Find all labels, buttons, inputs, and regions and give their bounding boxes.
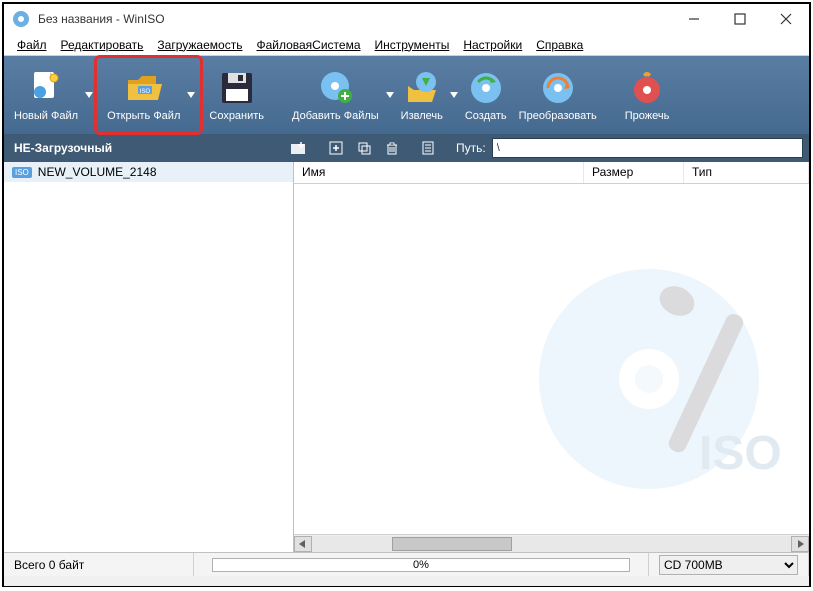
save-label: Сохранить bbox=[209, 110, 264, 122]
convert-label: Преобразовать bbox=[519, 110, 597, 122]
scroll-track[interactable] bbox=[312, 536, 791, 552]
total-size-label: Всего 0 байт bbox=[4, 553, 194, 576]
boot-status-label: НЕ-Загрузочный bbox=[4, 141, 284, 155]
statusbar: Всего 0 байт 0% CD 700MB bbox=[4, 552, 809, 576]
floppy-icon bbox=[217, 68, 257, 108]
titlebar: Без названия - WinISO bbox=[4, 4, 809, 34]
disc-type-select[interactable]: CD 700MB bbox=[659, 555, 798, 575]
new-file-button[interactable]: Новый Файл bbox=[8, 60, 84, 130]
watermark-disc-icon: ISO bbox=[529, 249, 789, 514]
open-file-highlight: ISO Открыть Файл bbox=[94, 55, 203, 135]
path-input[interactable] bbox=[492, 138, 803, 158]
add-files-label: Добавить Файлы bbox=[292, 110, 379, 122]
file-list-area[interactable]: ISO bbox=[294, 184, 809, 534]
menu-file[interactable]: Файл bbox=[10, 38, 54, 52]
burn-label: Прожечь bbox=[625, 110, 670, 122]
app-icon bbox=[12, 10, 30, 28]
tree-item[interactable]: ISO NEW_VOLUME_2148 bbox=[4, 162, 293, 182]
scroll-left-arrow[interactable] bbox=[294, 536, 312, 552]
new-file-icon bbox=[26, 68, 66, 108]
create-button[interactable]: Создать bbox=[459, 60, 513, 130]
window-title: Без названия - WinISO bbox=[38, 12, 671, 26]
sub-toolbar: НЕ-Загрузочный Путь: bbox=[4, 134, 809, 162]
open-file-button[interactable]: ISO Открыть Файл bbox=[101, 60, 186, 130]
disc-type-cell: CD 700MB bbox=[649, 553, 809, 576]
horizontal-scrollbar[interactable] bbox=[294, 534, 809, 552]
column-type[interactable]: Тип bbox=[684, 162, 809, 183]
open-file-dropdown[interactable] bbox=[186, 65, 196, 125]
menubar: Файл Редактировать Загружаемость Файлова… bbox=[4, 34, 809, 56]
column-size[interactable]: Размер bbox=[584, 162, 684, 183]
list-pane: Имя Размер Тип ISO bbox=[294, 162, 809, 552]
maximize-button[interactable] bbox=[717, 4, 763, 34]
menu-settings[interactable]: Настройки bbox=[456, 38, 529, 52]
new-file-label: Новый Файл bbox=[14, 110, 78, 122]
menu-tools[interactable]: Инструменты bbox=[368, 38, 457, 52]
tree-item-label: NEW_VOLUME_2148 bbox=[38, 165, 157, 179]
tree-pane: ISO NEW_VOLUME_2148 bbox=[4, 162, 294, 552]
extract-button[interactable]: Извлечь bbox=[395, 60, 449, 130]
extract-dropdown[interactable] bbox=[449, 65, 459, 125]
open-folder-icon: ISO bbox=[124, 68, 164, 108]
add-icon-button[interactable] bbox=[324, 136, 348, 160]
menu-boot[interactable]: Загружаемость bbox=[150, 38, 249, 52]
toolbar: Новый Файл ISO Открыть Файл Сохранить bbox=[4, 56, 809, 134]
close-button[interactable] bbox=[763, 4, 809, 34]
menu-filesystem[interactable]: ФайловаяСистема bbox=[249, 38, 367, 52]
main-split: ISO NEW_VOLUME_2148 Имя Размер Тип ISO bbox=[4, 162, 809, 552]
create-disc-icon bbox=[466, 68, 506, 108]
scroll-right-arrow[interactable] bbox=[791, 536, 809, 552]
minimize-button[interactable] bbox=[671, 4, 717, 34]
path-label: Путь: bbox=[450, 141, 492, 155]
open-file-label: Открыть Файл bbox=[107, 110, 180, 122]
progress-cell: 0% bbox=[194, 553, 649, 576]
column-headers: Имя Размер Тип bbox=[294, 162, 809, 184]
add-files-button[interactable]: Добавить Файлы bbox=[286, 60, 385, 130]
extract-label: Извлечь bbox=[401, 110, 443, 122]
extract-icon bbox=[402, 68, 442, 108]
add-disc-icon bbox=[315, 68, 355, 108]
svg-text:ISO: ISO bbox=[140, 89, 151, 95]
convert-button[interactable]: Преобразовать bbox=[513, 60, 603, 130]
save-button[interactable]: Сохранить bbox=[203, 60, 270, 130]
progress-bar: 0% bbox=[212, 558, 630, 572]
burn-disc-icon bbox=[627, 68, 667, 108]
new-file-dropdown[interactable] bbox=[84, 65, 94, 125]
properties-icon-button[interactable] bbox=[416, 136, 440, 160]
new-folder-icon-button[interactable] bbox=[286, 136, 310, 160]
delete-icon-button[interactable] bbox=[380, 136, 404, 160]
svg-text:ISO: ISO bbox=[699, 427, 782, 480]
burn-button[interactable]: Прожечь bbox=[619, 60, 676, 130]
convert-disc-icon bbox=[538, 68, 578, 108]
column-name[interactable]: Имя bbox=[294, 162, 584, 183]
progress-percent: 0% bbox=[413, 559, 429, 571]
create-label: Создать bbox=[465, 110, 507, 122]
iso-badge-icon: ISO bbox=[12, 167, 32, 178]
menu-help[interactable]: Справка bbox=[529, 38, 590, 52]
menu-edit[interactable]: Редактировать bbox=[54, 38, 151, 52]
scroll-thumb[interactable] bbox=[392, 537, 512, 551]
add-files-dropdown[interactable] bbox=[385, 65, 395, 125]
copy-icon-button[interactable] bbox=[352, 136, 376, 160]
